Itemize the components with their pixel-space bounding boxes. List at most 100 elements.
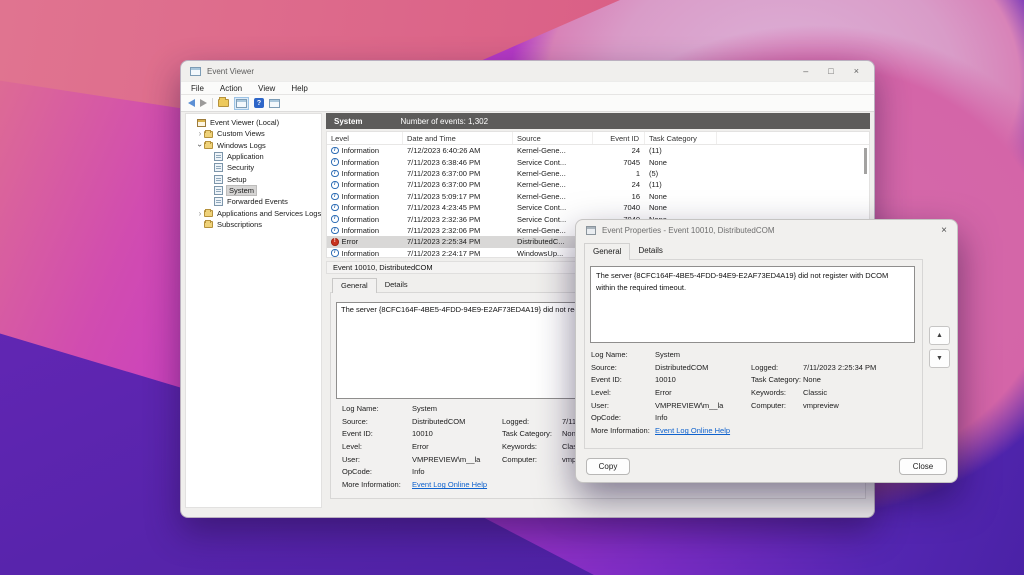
column-source[interactable]: Source — [513, 132, 593, 144]
field-value: Error — [655, 388, 672, 397]
console-tree: › Event Viewer (Local) › Custom Views › … — [185, 113, 322, 508]
table-row[interactable]: iInformation 7/11/2023 6:37:00 PM Kernel… — [327, 168, 869, 179]
field-label: Log Name: — [591, 350, 628, 359]
tree-label: Subscriptions — [217, 220, 262, 229]
tree-item-custom-views[interactable]: › Custom Views — [186, 128, 321, 139]
tree-item-event-viewer-local[interactable]: › Event Viewer (Local) — [186, 117, 321, 128]
event-log-online-help-link[interactable]: Event Log Online Help — [655, 426, 730, 435]
folder-icon — [204, 142, 213, 149]
information-icon: i — [331, 170, 339, 178]
minimize-button[interactable]: – — [803, 67, 808, 76]
menu-file[interactable]: File — [183, 84, 212, 93]
table-row[interactable]: iInformation 7/12/2023 6:40:26 AM Kernel… — [327, 145, 869, 156]
log-icon — [214, 175, 223, 184]
field-value: VMPREVIEW\m__la — [412, 455, 480, 464]
tab-general[interactable]: General — [332, 278, 377, 293]
information-icon: i — [331, 204, 339, 212]
menu-view[interactable]: View — [250, 84, 283, 93]
close-button[interactable]: × — [854, 67, 859, 76]
tree-item-system[interactable]: System — [186, 185, 321, 196]
information-icon: i — [331, 181, 339, 189]
event-viewer-node-icon — [197, 119, 206, 127]
copy-button[interactable]: Copy — [586, 458, 630, 475]
table-row[interactable]: iInformation 7/11/2023 6:37:00 PM Kernel… — [327, 179, 869, 190]
log-icon — [214, 197, 223, 206]
field-label: Level: — [591, 388, 611, 397]
chevron-right-icon[interactable]: › — [196, 129, 204, 138]
toolbar: ? — [181, 95, 874, 112]
field-label: Event ID: — [342, 429, 373, 438]
dialog-tab-details[interactable]: Details — [630, 243, 670, 260]
title-bar[interactable]: Event Viewer – □ × — [181, 61, 874, 81]
panel-title: System — [334, 117, 362, 126]
chevron-right-icon[interactable]: › — [196, 209, 204, 218]
field-label: More Information: — [342, 480, 401, 489]
window-title: Event Viewer — [207, 67, 254, 76]
field-label: Source: — [591, 363, 617, 372]
field-value: Classic — [803, 388, 827, 397]
action-pane-icon[interactable] — [269, 99, 280, 108]
error-icon: ! — [331, 238, 339, 246]
menu-help[interactable]: Help — [283, 84, 315, 93]
console-tree-icon[interactable] — [234, 97, 249, 110]
table-row[interactable]: iInformation 7/11/2023 6:38:46 PM Servic… — [327, 156, 869, 167]
tree-item-windows-logs[interactable]: › Windows Logs — [186, 140, 321, 151]
table-row[interactable]: iInformation 7/11/2023 4:23:45 PM Servic… — [327, 202, 869, 213]
back-icon[interactable] — [188, 99, 195, 107]
information-icon: i — [331, 215, 339, 223]
field-value: 7/11/2023 2:25:34 PM — [803, 363, 876, 372]
event-properties-dialog: Event Properties - Event 10010, Distribu… — [575, 219, 958, 483]
field-value: DistributedCOM — [412, 417, 465, 426]
folder-icon — [204, 210, 213, 217]
field-value: System — [412, 404, 437, 413]
field-value: None — [803, 375, 821, 384]
tree-label: Security — [227, 163, 254, 172]
dialog-title-bar[interactable]: Event Properties - Event 10010, Distribu… — [576, 220, 957, 241]
next-event-button[interactable]: ▼ — [929, 349, 950, 368]
field-label: User: — [342, 455, 360, 464]
information-icon: i — [331, 227, 339, 235]
event-log-online-help-link[interactable]: Event Log Online Help — [412, 480, 487, 489]
tree-item-forwarded-events[interactable]: Forwarded Events — [186, 196, 321, 207]
column-date-time[interactable]: Date and Time — [403, 132, 513, 144]
maximize-button[interactable]: □ — [828, 67, 833, 76]
field-label: Computer: — [751, 401, 786, 410]
tree-item-security[interactable]: Security — [186, 162, 321, 173]
field-label: Logged: — [751, 363, 778, 372]
table-row[interactable]: iInformation 7/11/2023 5:09:17 PM Kernel… — [327, 191, 869, 202]
field-label: Logged: — [502, 417, 529, 426]
tree-label: Custom Views — [217, 129, 265, 138]
open-saved-log-icon[interactable] — [218, 99, 229, 107]
close-dialog-button[interactable]: Close — [899, 458, 947, 475]
tree-item-subscriptions[interactable]: › Subscriptions — [186, 219, 321, 230]
menu-action[interactable]: Action — [212, 84, 250, 93]
event-viewer-app-icon — [190, 67, 201, 76]
field-label: OpCode: — [591, 413, 621, 422]
tree-item-application[interactable]: Application — [186, 151, 321, 162]
field-label: Keywords: — [751, 388, 786, 397]
dialog-event-description: The server {8CFC164F-4BE5-4FDD-94E9-E2AF… — [590, 266, 915, 343]
dialog-tab-general[interactable]: General — [584, 243, 630, 260]
tree-item-apps-services-logs[interactable]: › Applications and Services Logs — [186, 207, 321, 218]
field-value: Info — [655, 413, 668, 422]
field-label: Log Name: — [342, 404, 379, 413]
tab-details[interactable]: Details — [377, 278, 416, 293]
dialog-title: Event Properties - Event 10010, Distribu… — [602, 226, 775, 235]
column-task-category[interactable]: Task Category — [645, 132, 717, 144]
field-value: DistributedCOM — [655, 363, 708, 372]
toolbar-separator — [212, 98, 213, 109]
window-controls: – □ × — [803, 67, 865, 76]
tree-item-setup[interactable]: Setup — [186, 173, 321, 184]
column-level[interactable]: Level — [327, 132, 403, 144]
help-icon[interactable]: ? — [254, 98, 264, 108]
tree-label: Application — [227, 152, 264, 161]
folder-icon — [204, 131, 213, 138]
information-icon: i — [331, 147, 339, 155]
field-label: Computer: — [502, 455, 537, 464]
tree-label: Forwarded Events — [227, 197, 288, 206]
forward-icon[interactable] — [200, 99, 207, 107]
previous-event-button[interactable]: ▲ — [929, 326, 950, 345]
dialog-close-icon[interactable]: × — [941, 225, 947, 236]
column-event-id[interactable]: Event ID — [593, 132, 645, 144]
vertical-scrollbar[interactable] — [864, 148, 867, 174]
